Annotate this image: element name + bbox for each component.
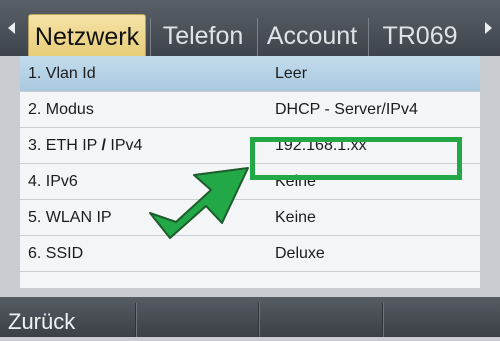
softkey-4[interactable] [383,303,500,337]
softkey-bar: Zurück [0,297,500,337]
softkey-3[interactable] [259,303,383,337]
softkey-2[interactable] [136,303,259,337]
phone-screen: Netzwerk Telefon Account TR069 1. Vlan I… [0,0,500,337]
arrow-annotation-icon [149,167,249,239]
back-softkey[interactable]: Zurück [0,303,136,337]
